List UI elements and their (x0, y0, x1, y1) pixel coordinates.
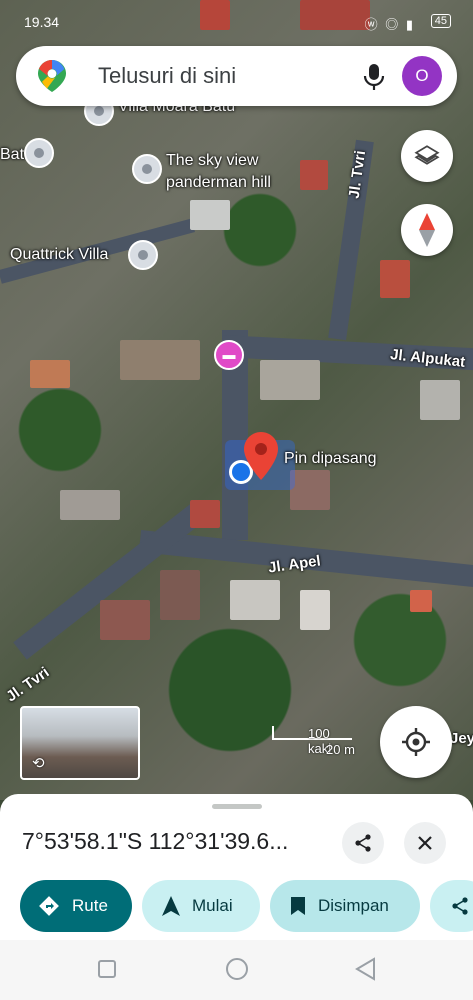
building (290, 470, 330, 510)
street-label-jeyn: Jeyn (450, 730, 473, 747)
poi-marker[interactable] (128, 240, 158, 270)
layers-icon (414, 145, 440, 165)
directions-label: Rute (72, 896, 108, 915)
building (120, 340, 200, 380)
place-bottom-sheet[interactable]: 7°53'58.1"S 112°31'39.6... Rute Mulai Di… (0, 794, 473, 940)
crosshair-icon (402, 728, 430, 756)
building (30, 360, 70, 388)
directions-icon (39, 896, 59, 916)
poi-dot-icon (34, 148, 44, 158)
poi-label-quattrick-villa[interactable]: Quattrick Villa (10, 246, 108, 264)
map-scale: 100 kaki 20 m (272, 726, 355, 757)
building (410, 590, 432, 612)
status-bar: 19.34 ⓦ ◎ ▮ 45 (0, 12, 473, 34)
building (380, 260, 410, 298)
satellite-map[interactable]: 19.34 ⓦ ◎ ▮ 45 Villa Moara Batu Batu The… (0, 0, 473, 800)
start-label: Mulai (192, 896, 233, 915)
pin-label: Pin dipasang (284, 450, 377, 467)
bookmark-icon (291, 897, 305, 915)
poi-dot-icon (138, 250, 148, 260)
navigation-icon (162, 896, 180, 916)
search-input[interactable]: Telusuri di sini (98, 63, 236, 89)
poi-marker[interactable] (24, 138, 54, 168)
building (300, 590, 330, 630)
building (190, 500, 220, 528)
share-icon (452, 897, 468, 915)
my-location-button[interactable] (380, 706, 452, 778)
poi-dot-icon (94, 106, 104, 116)
compass-button[interactable] (401, 204, 453, 256)
street-view-thumbnail[interactable]: ⟲ (20, 706, 140, 780)
share-button[interactable] (342, 822, 384, 864)
saved-button[interactable]: Disimpan (270, 880, 420, 932)
directions-button[interactable]: Rute (20, 880, 132, 932)
compass-icon (419, 213, 435, 247)
google-maps-logo-icon (38, 60, 66, 92)
home-button[interactable] (226, 958, 248, 980)
close-icon (418, 836, 432, 850)
sheet-drag-handle[interactable] (212, 804, 262, 809)
pin-coordinates: 7°53'58.1"S 112°31'39.6... (22, 828, 289, 854)
start-button[interactable]: Mulai (142, 880, 260, 932)
poi-marker[interactable] (132, 154, 162, 184)
share-chip[interactable] (430, 880, 473, 932)
street-view-icon: ⟲ (32, 755, 45, 772)
building (420, 380, 460, 420)
back-button[interactable] (354, 957, 376, 981)
status-time: 19.34 (24, 14, 60, 30)
building (190, 200, 230, 230)
microphone-icon[interactable] (362, 62, 386, 92)
system-navigation-bar (0, 940, 473, 1000)
poi-label-sky-view[interactable]: The sky view panderman hill (166, 150, 271, 194)
street-label-jl-tvri-2: Jl. Tvri (3, 663, 53, 706)
building (160, 570, 200, 620)
close-button[interactable] (404, 822, 446, 864)
account-avatar[interactable]: O (402, 56, 442, 96)
building (100, 600, 150, 640)
building (300, 160, 328, 190)
search-bar[interactable]: Telusuri di sini O (16, 46, 457, 106)
building (260, 360, 320, 400)
dropped-pin-icon[interactable] (244, 432, 278, 480)
building (60, 490, 120, 520)
poi-dot-icon (142, 164, 152, 174)
recents-button[interactable] (98, 960, 116, 978)
scale-imperial: 100 kaki (272, 726, 352, 756)
saved-label: Disimpan (318, 896, 389, 915)
building (230, 580, 280, 620)
status-icons: ⓦ ◎ ▮ (364, 17, 415, 32)
hotel-marker-icon[interactable]: ▬ (214, 340, 244, 370)
share-icon (355, 834, 371, 852)
battery-indicator: 45 (430, 14, 451, 28)
layers-button[interactable] (401, 130, 453, 182)
